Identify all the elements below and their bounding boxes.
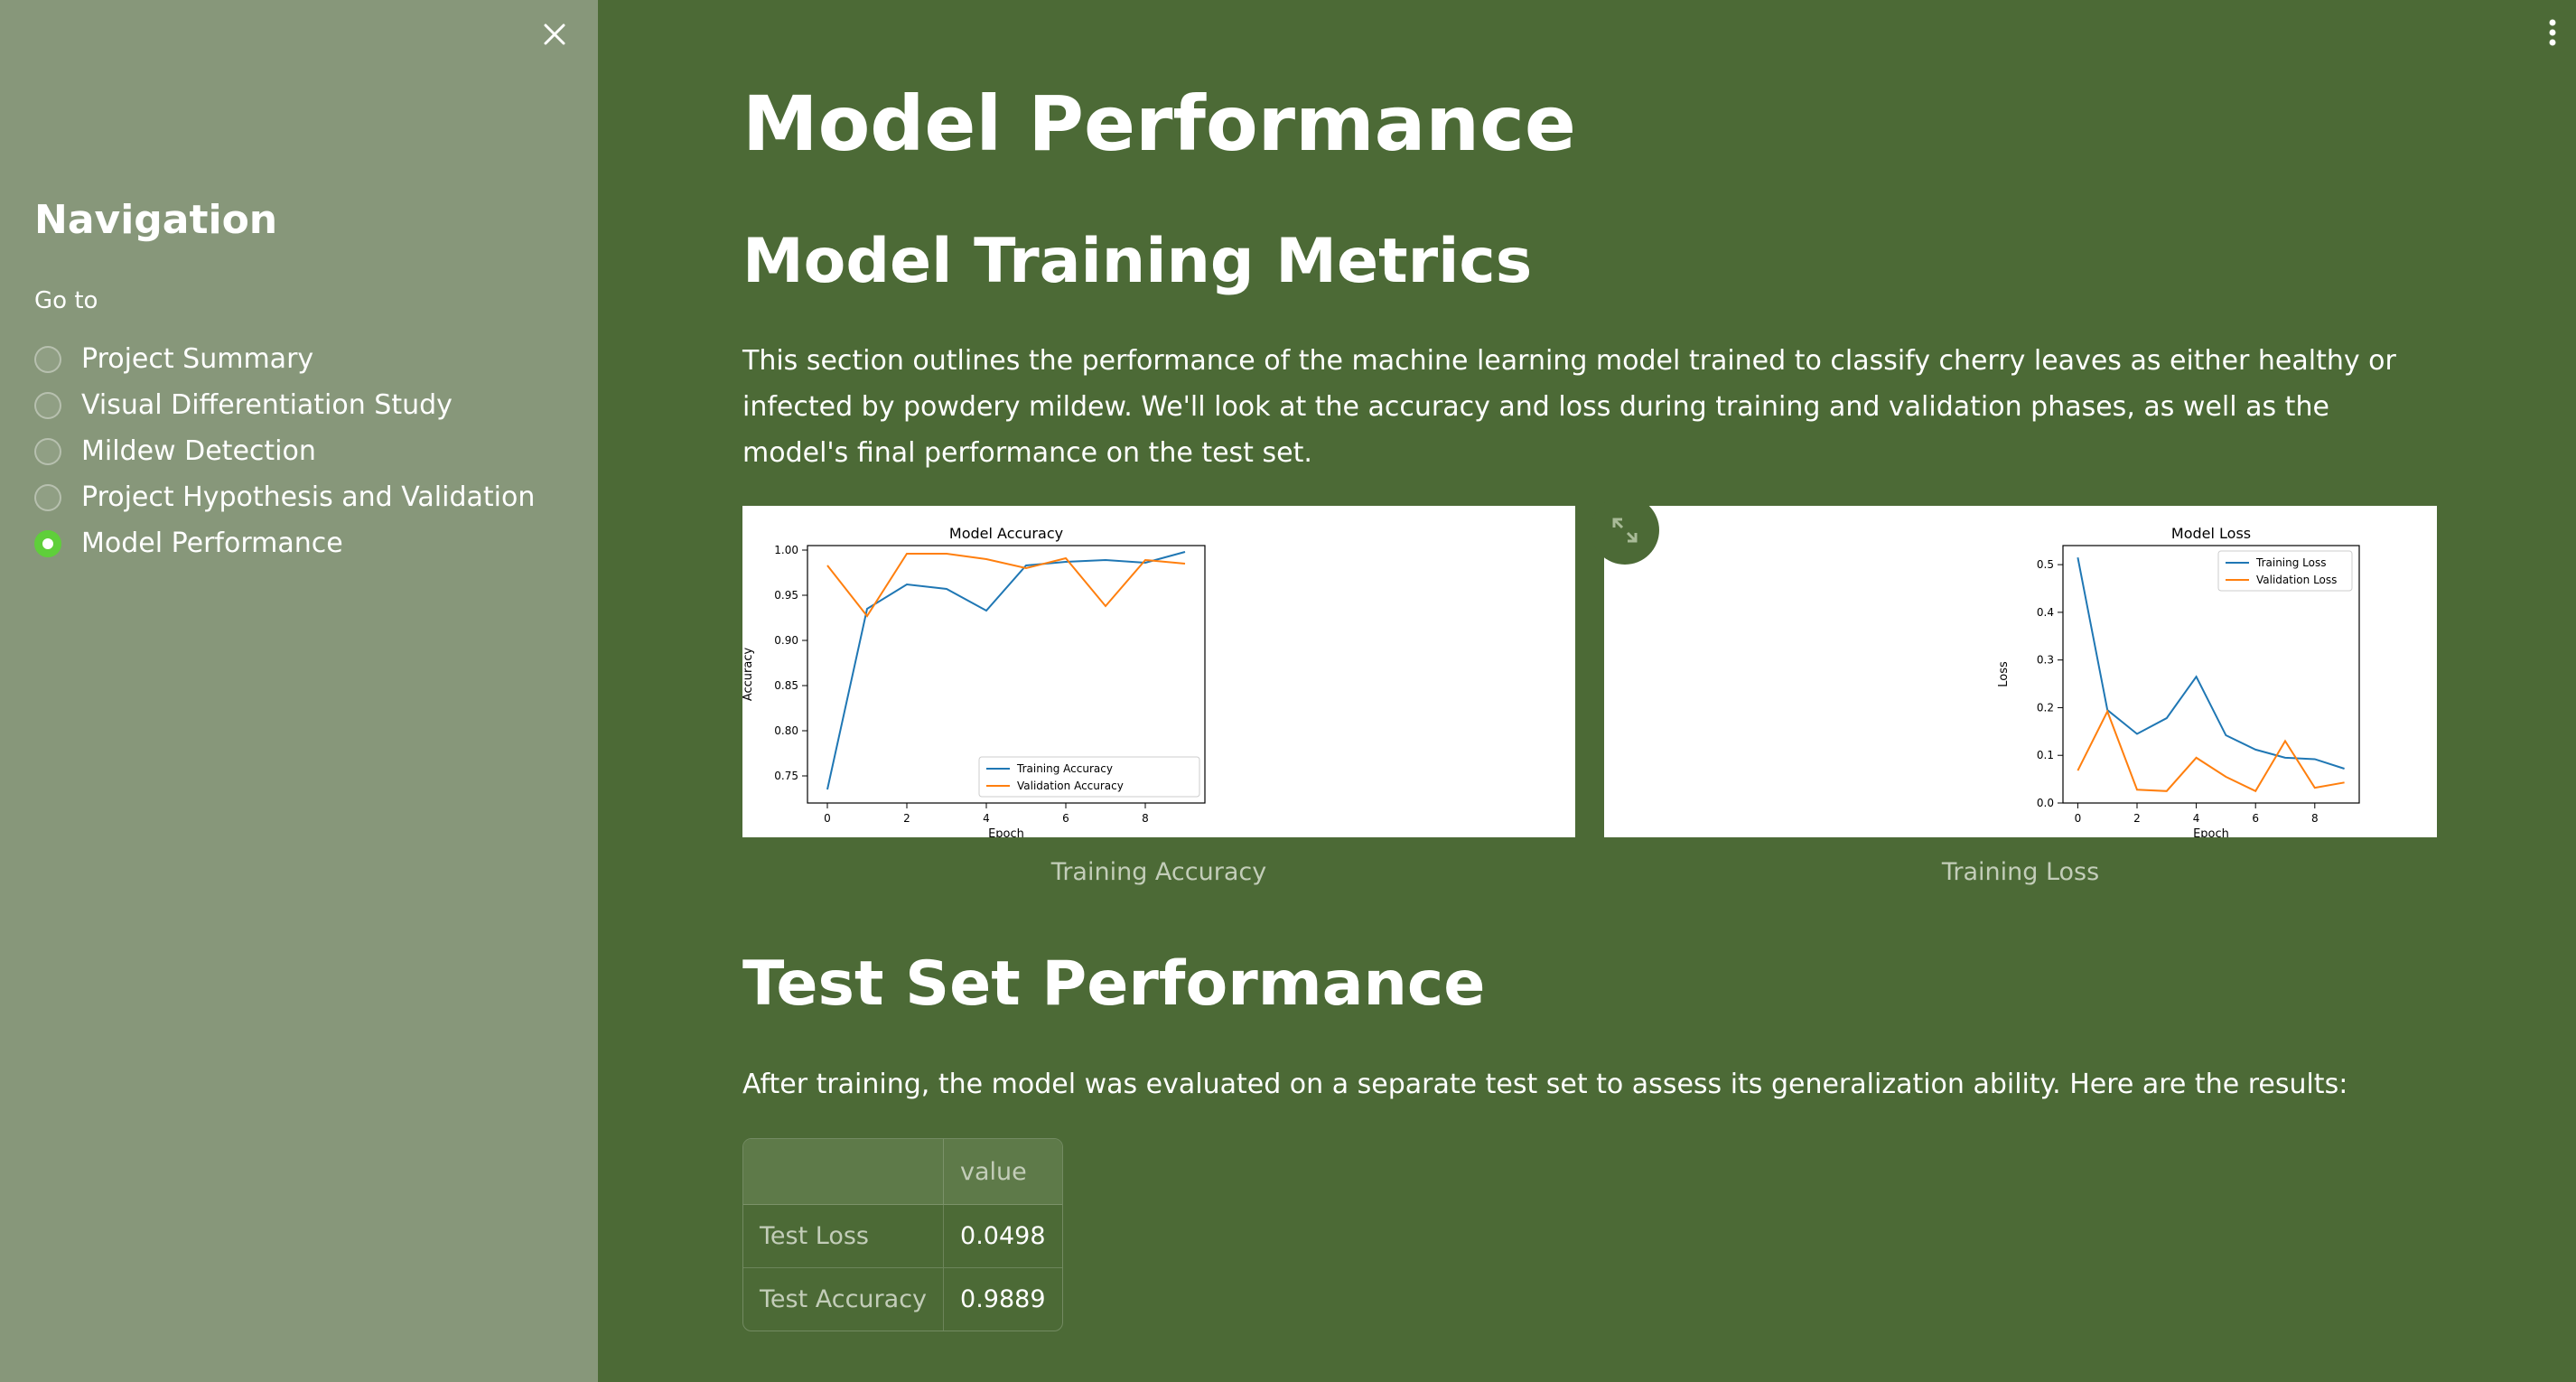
series-line-validation [2077,709,2345,793]
x-tick-label: 4 [2193,812,2200,825]
legend-label: Training Loss [2255,556,2326,569]
test-set-description: After training, the model was evaluated … [742,1069,2348,1100]
page-title: Model Performance [742,79,1576,168]
y-tick-label: 0.1 [2037,749,2054,761]
y-tick-label: 1.00 [774,544,798,556]
loss-chart-caption: Training Loss [1941,858,2100,886]
series-line-validation [826,553,1186,618]
nav-radio-label: Visual Differentiation Study [81,389,453,421]
chart-title: Model Loss [2171,525,2251,542]
nav-radio-label: Project Summary [81,343,314,375]
nav-radio-option[interactable]: Mildew Detection [34,428,535,474]
nav-radio-option[interactable]: Project Hypothesis and Validation [34,474,535,520]
close-sidebar-button[interactable] [538,18,571,51]
x-tick-label: 0 [824,812,831,825]
training-metrics-description: This section outlines the performance of… [742,345,2396,469]
series-line-training [826,551,1186,790]
row-label: Test Loss [743,1205,945,1268]
y-tick-label: 0.90 [774,634,798,647]
close-icon [544,23,565,45]
chart-legend: Training Loss Validation Loss [2217,550,2353,592]
navigation-radio-group: Project Summary Visual Differentiation St… [34,336,535,566]
radio-unselected-icon[interactable] [34,483,61,511]
x-tick-label: 6 [2252,812,2259,825]
nav-radio-label: Model Performance [81,528,343,559]
x-axis-label: Epoch [988,827,1024,837]
y-tick-label: 0.5 [2037,558,2054,571]
sidebar: Navigation Go to Project Summary Visual D… [0,0,598,1382]
table-row: Test Loss 0.0498 [743,1205,1062,1268]
legend-label: Validation Accuracy [1017,780,1124,792]
x-tick-label: 6 [1062,812,1069,825]
nav-radio-option[interactable]: Visual Differentiation Study [34,382,535,428]
table-corner-header [743,1139,945,1205]
x-axis-label: Epoch [2193,827,2229,837]
y-tick-label: 0.3 [2037,654,2054,667]
y-tick-label: 0.80 [774,724,798,737]
expand-icon [1612,518,1638,543]
radio-selected-icon[interactable] [34,529,61,557]
chart-legend: Training Accuracy Validation Accuracy [978,756,1200,798]
radio-unselected-icon[interactable] [34,345,61,373]
kebab-menu-icon [2549,19,2556,46]
y-tick-label: 0.85 [774,679,798,692]
x-tick-label: 8 [2311,812,2319,825]
x-tick-label: 8 [1142,812,1149,825]
table-row: Test Accuracy 0.9889 [743,1268,1062,1331]
table-header-row: value [743,1139,1062,1205]
y-tick-label: 0.75 [774,770,798,782]
x-tick-label: 2 [2133,812,2141,825]
sidebar-title: Navigation [34,197,278,243]
legend-label: Training Accuracy [1016,762,1113,775]
x-tick-label: 0 [2075,812,2082,825]
nav-radio-label: Mildew Detection [81,435,316,467]
nav-radio-option[interactable]: Project Summary [34,336,535,382]
radio-group-label: Go to [34,287,98,314]
y-tick-label: 0.95 [774,589,798,602]
nav-radio-label: Project Hypothesis and Validation [81,481,536,513]
results-table[interactable]: value Test Loss 0.0498 Test Accuracy 0.9… [742,1138,1063,1331]
loss-chart-image: Model Loss 0 2 4 6 8 0.0 0.1 0.2 0.3 0.4 0.5 Epoch Lo… [1604,506,2437,837]
loss-chart: Model Loss 0 2 4 6 8 0.0 0.1 0.2 0.3 0.4 0.5 Epoch Lo… [1997,525,2360,837]
y-tick-label: 0.0 [2037,797,2054,809]
legend-label: Validation Loss [2256,574,2337,586]
y-tick-label: 0.2 [2037,701,2054,714]
accuracy-chart-caption: Training Accuracy [1050,858,1267,886]
radio-unselected-icon[interactable] [34,437,61,465]
nav-radio-option[interactable]: Model Performance [34,520,535,566]
y-tick-label: 0.4 [2037,606,2054,619]
x-tick-label: 4 [983,812,990,825]
radio-unselected-icon[interactable] [34,391,61,419]
column-header-value[interactable]: value [944,1139,1062,1205]
chart-title: Model Accuracy [949,525,1063,542]
accuracy-chart: Model Accuracy 0 2 4 6 8 0.75 0.80 0.85 0.90 0.95 1… [742,525,1206,837]
accuracy-chart-image: Model Accuracy 0 2 4 6 8 0.75 0.80 0.85 0.90 0.95 1… [742,506,1575,837]
fullscreen-button[interactable] [1591,496,1659,565]
row-label: Test Accuracy [743,1268,945,1331]
cell-value[interactable]: 0.9889 [944,1268,1061,1331]
test-set-heading: Test Set Performance [742,948,1486,1020]
x-tick-label: 2 [903,812,910,825]
y-axis-label: Accuracy [742,648,755,702]
y-axis-label: Loss [1997,661,2011,687]
main-menu-button[interactable] [2540,16,2565,49]
training-metrics-heading: Model Training Metrics [742,226,1533,297]
cell-value[interactable]: 0.0498 [944,1205,1062,1268]
